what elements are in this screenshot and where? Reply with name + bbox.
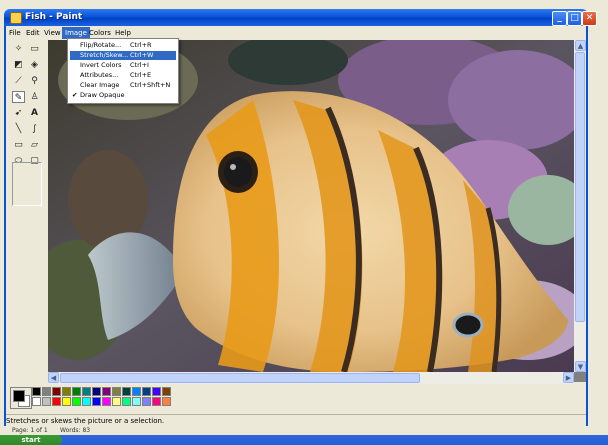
color-palette — [8, 386, 208, 410]
color-swatch[interactable] — [82, 397, 91, 406]
scroll-right-icon[interactable]: ▶ — [563, 372, 574, 383]
color-swatch[interactable] — [122, 387, 131, 396]
text-tool-icon[interactable]: A — [28, 107, 41, 119]
maximize-button[interactable]: □ — [567, 11, 582, 26]
scroll-left-icon[interactable]: ◀ — [48, 372, 59, 383]
paint-app-icon — [10, 12, 22, 24]
title-bar[interactable]: Fish - Paint _ □ ✕ — [4, 9, 597, 26]
color-swatch[interactable] — [162, 397, 171, 406]
fill-bucket-icon[interactable]: ◈ — [28, 59, 41, 71]
airbrush-icon[interactable]: ➹ — [12, 107, 25, 119]
window-title: Fish - Paint — [25, 12, 83, 22]
rectangle-icon[interactable]: ▭ — [12, 139, 25, 151]
line-icon[interactable]: ╲ — [12, 123, 25, 135]
color-swatch[interactable] — [52, 397, 61, 406]
color-swatch[interactable] — [72, 387, 81, 396]
free-select-icon[interactable]: ✧ — [12, 43, 25, 55]
pencil-icon[interactable]: ✎ — [12, 91, 25, 103]
color-swatch[interactable] — [112, 387, 121, 396]
page-indicator: Page: 1 of 1 — [12, 427, 48, 434]
image-menu-dropdown: Flip/Rotate... Ctrl+R Stretch/Skew... Ct… — [67, 38, 179, 104]
magnifier-icon[interactable]: ⚲ — [28, 75, 41, 87]
menu-invert-colors[interactable]: Invert Colors Ctrl+I — [70, 61, 176, 70]
menu-attributes[interactable]: Attributes... Ctrl+E — [70, 71, 176, 80]
color-swatch[interactable] — [62, 387, 71, 396]
color-swatch[interactable] — [102, 397, 111, 406]
taskbar — [0, 435, 608, 445]
color-swatch[interactable] — [62, 397, 71, 406]
color-swatch[interactable] — [92, 387, 101, 396]
color-swatch[interactable] — [142, 387, 151, 396]
color-swatch[interactable] — [132, 397, 141, 406]
start-button[interactable]: start — [0, 435, 62, 445]
word-count: Words: 83 — [60, 427, 91, 434]
menu-flip-rotate[interactable]: Flip/Rotate... Ctrl+R — [70, 41, 176, 50]
brush-icon[interactable]: ♙ — [28, 91, 41, 103]
scroll-up-icon[interactable]: ▲ — [575, 40, 586, 51]
color-swatch[interactable] — [152, 387, 161, 396]
color-swatch[interactable] — [112, 397, 121, 406]
rect-select-icon[interactable]: ▭ — [28, 43, 41, 55]
tool-options-box[interactable] — [12, 162, 42, 206]
current-colors-box — [10, 387, 32, 409]
color-swatch[interactable] — [52, 387, 61, 396]
color-swatch[interactable] — [132, 387, 141, 396]
color-swatch[interactable] — [32, 397, 41, 406]
scroll-down-icon[interactable]: ▼ — [575, 361, 586, 372]
color-swatch[interactable] — [122, 397, 131, 406]
color-swatch[interactable] — [82, 387, 91, 396]
close-button[interactable]: ✕ — [582, 11, 597, 26]
menu-stretch-skew[interactable]: Stretch/Skew... Ctrl+W — [70, 51, 176, 60]
eraser-icon[interactable]: ◩ — [12, 59, 25, 71]
color-swatch[interactable] — [142, 397, 151, 406]
check-icon: ✔ — [72, 91, 78, 99]
menu-edit[interactable]: Edit — [23, 27, 43, 39]
polygon-icon[interactable]: ▱ — [28, 139, 41, 151]
menu-clear-image[interactable]: Clear Image Ctrl+Shft+N — [70, 81, 176, 90]
minimize-button[interactable]: _ — [552, 11, 567, 26]
menu-draw-opaque[interactable]: ✔ Draw Opaque — [70, 91, 176, 100]
status-text: Stretches or skews the picture or a sele… — [6, 417, 165, 425]
swatch-grid — [32, 387, 202, 409]
color-swatch[interactable] — [42, 387, 51, 396]
menu-file[interactable]: File — [6, 27, 24, 39]
curve-icon[interactable]: ∫ — [28, 123, 41, 135]
toolbox: ✧ ▭ ◩ ◈ ⟋ ⚲ ✎ ♙ ➹ A ╲ ∫ ▭ ▱ ⬭ ▢ — [8, 40, 46, 380]
menu-view[interactable]: View — [41, 27, 64, 39]
horizontal-scroll-thumb[interactable] — [60, 373, 420, 383]
color-swatch[interactable] — [42, 397, 51, 406]
primary-color[interactable] — [13, 390, 25, 402]
color-swatch[interactable] — [162, 387, 171, 396]
color-swatch[interactable] — [152, 397, 161, 406]
color-swatch[interactable] — [72, 397, 81, 406]
color-swatch[interactable] — [92, 397, 101, 406]
color-swatch[interactable] — [32, 387, 41, 396]
color-picker-icon[interactable]: ⟋ — [12, 75, 25, 87]
word-status-bar: Page: 1 of 1 Words: 83 — [0, 426, 608, 435]
vertical-scroll-thumb[interactable] — [575, 52, 585, 322]
color-swatch[interactable] — [102, 387, 111, 396]
